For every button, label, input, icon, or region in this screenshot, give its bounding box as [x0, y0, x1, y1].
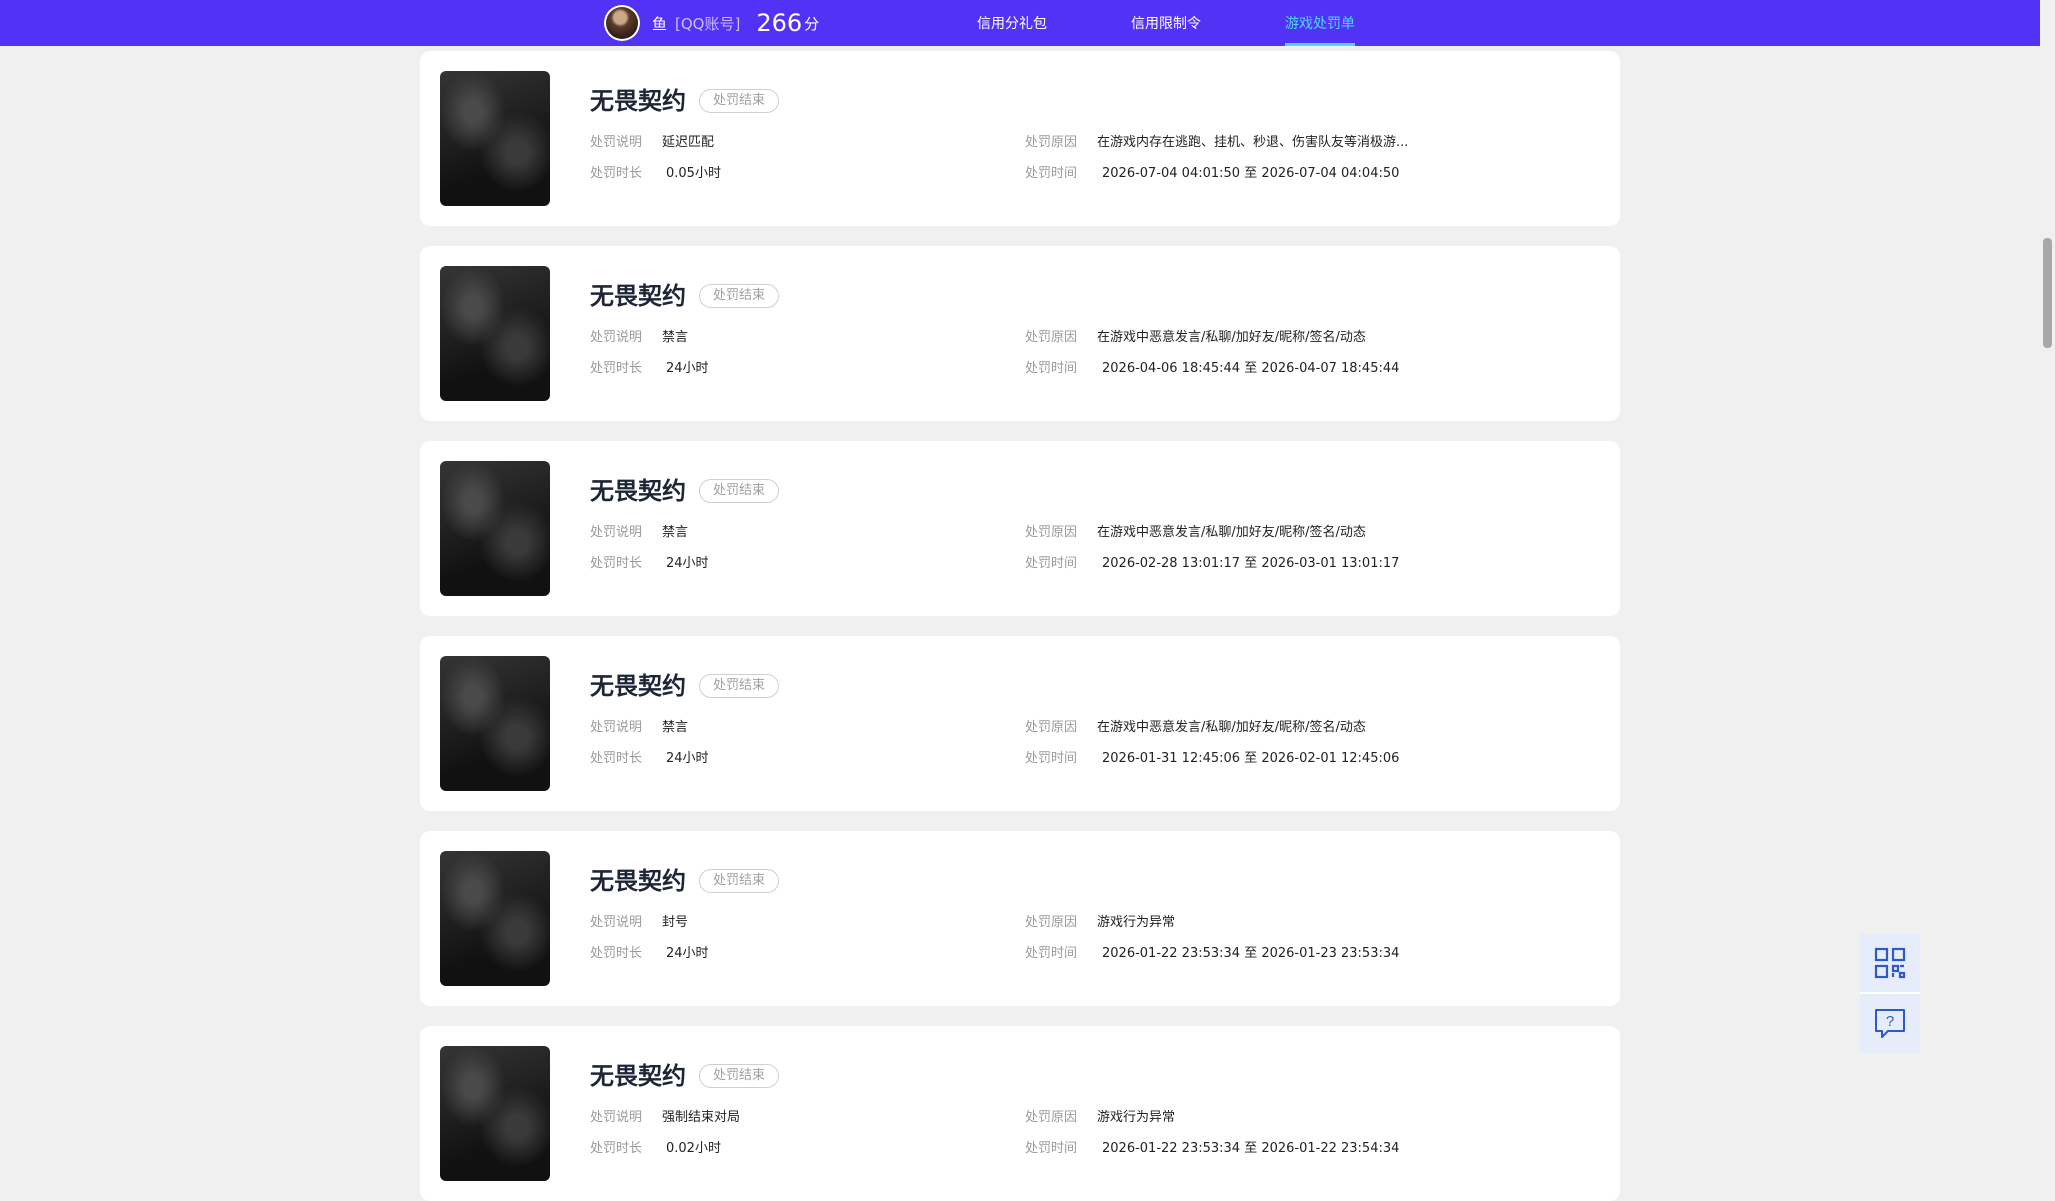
penalty-card: 无畏契约 处罚结束 处罚说明 禁言 处罚时长 24小时 处罚原因 在游戏中恶意发…: [420, 246, 1620, 421]
reason-label: 处罚原因: [1025, 135, 1078, 150]
reason-value: 游戏行为异常: [1097, 915, 1176, 930]
account-type: [QQ账号]: [675, 14, 741, 33]
desc-value: 延迟匹配: [662, 135, 715, 150]
time-label: 处罚时间: [1025, 946, 1078, 961]
desc-label: 处罚说明: [590, 135, 643, 150]
duration-value: 24小时: [666, 946, 709, 961]
reason-label: 处罚原因: [1025, 330, 1078, 345]
desc-label: 处罚说明: [590, 915, 643, 930]
status-badge: 处罚结束: [699, 479, 780, 503]
desc-label: 处罚说明: [590, 1110, 643, 1125]
username: 鱼: [652, 14, 668, 33]
desc-value: 强制结束对局: [662, 1110, 741, 1125]
status-badge: 处罚结束: [699, 284, 780, 308]
game-title: 无畏契约: [590, 1062, 686, 1090]
reason-label: 处罚原因: [1025, 525, 1078, 540]
tab-credit-restriction[interactable]: 信用限制令: [1131, 0, 1201, 46]
score-unit: 分: [804, 14, 820, 33]
duration-value: 0.02小时: [666, 1141, 721, 1156]
game-title: 无畏契约: [590, 477, 686, 505]
time-value: 2026-01-31 12:45:06 至 2026-02-01 12:45:0…: [1102, 751, 1400, 766]
time-label: 处罚时间: [1025, 556, 1078, 571]
time-value: 2026-01-22 23:53:34 至 2026-01-23 23:53:3…: [1102, 946, 1400, 961]
penalty-card: 无畏契约 处罚结束 处罚说明 禁言 处罚时长 24小时 处罚原因 在游戏中恶意发…: [420, 636, 1620, 811]
status-badge: 处罚结束: [699, 1064, 780, 1088]
penalty-card: 无畏契约 处罚结束 处罚说明 封号 处罚时长 24小时 处罚原因 游戏行为异常 …: [420, 831, 1620, 1006]
user-info: 鱼 [QQ账号] 266 分: [652, 0, 819, 46]
reason-value: 在游戏中恶意发言/私聊/加好友/昵称/签名/动态: [1097, 720, 1366, 735]
game-thumbnail: [440, 656, 550, 791]
desc-value: 封号: [662, 915, 689, 930]
game-title: 无畏契约: [590, 867, 686, 895]
status-badge: 处罚结束: [699, 869, 780, 893]
duration-label: 处罚时长: [590, 361, 643, 376]
qr-code-icon: [1874, 947, 1906, 979]
svg-text:?: ?: [1886, 1013, 1894, 1030]
game-title: 无畏契约: [590, 87, 686, 115]
desc-label: 处罚说明: [590, 720, 643, 735]
penalty-card: 无畏契约 处罚结束 处罚说明 强制结束对局 处罚时长 0.02小时 处罚原因 游…: [420, 1026, 1620, 1201]
desc-label: 处罚说明: [590, 330, 643, 345]
game-thumbnail: [440, 71, 550, 206]
duration-value: 0.05小时: [666, 166, 721, 181]
floating-tools: ?: [1860, 933, 1920, 1053]
help-button[interactable]: ?: [1860, 993, 1920, 1053]
reason-label: 处罚原因: [1025, 1110, 1078, 1125]
status-badge: 处罚结束: [699, 89, 780, 113]
time-value: 2026-02-28 13:01:17 至 2026-03-01 13:01:1…: [1102, 556, 1400, 571]
desc-value: 禁言: [662, 330, 689, 345]
reason-label: 处罚原因: [1025, 720, 1078, 735]
top-bar: 鱼 [QQ账号] 266 分 信用分礼包 信用限制令 游戏处罚单: [0, 0, 2040, 46]
penalty-card: 无畏契约 处罚结束 处罚说明 延迟匹配 处罚时长 0.05小时 处罚原因 在游戏…: [420, 51, 1620, 226]
time-label: 处罚时间: [1025, 1141, 1078, 1156]
time-label: 处罚时间: [1025, 751, 1078, 766]
time-label: 处罚时间: [1025, 361, 1078, 376]
reason-value: 在游戏中恶意发言/私聊/加好友/昵称/签名/动态: [1097, 330, 1366, 345]
desc-label: 处罚说明: [590, 525, 643, 540]
qr-code-button[interactable]: [1860, 933, 1920, 993]
credit-score: 266: [756, 9, 803, 37]
reason-value: 在游戏内存在逃跑、挂机、秒退、伤害队友等消极游...: [1097, 135, 1409, 150]
tab-credit-gift[interactable]: 信用分礼包: [977, 0, 1047, 46]
time-value: 2026-01-22 23:53:34 至 2026-01-22 23:54:3…: [1102, 1141, 1400, 1156]
status-badge: 处罚结束: [699, 674, 780, 698]
duration-label: 处罚时长: [590, 166, 643, 181]
game-thumbnail: [440, 1046, 550, 1181]
scrollbar-thumb[interactable]: [2043, 238, 2052, 348]
page-scrollbar[interactable]: [2040, 0, 2055, 1173]
game-thumbnail: [440, 851, 550, 986]
time-value: 2026-07-04 04:01:50 至 2026-07-04 04:04:5…: [1102, 166, 1400, 181]
tab-game-penalty[interactable]: 游戏处罚单: [1285, 0, 1355, 46]
reason-value: 游戏行为异常: [1097, 1110, 1176, 1125]
duration-label: 处罚时长: [590, 1141, 643, 1156]
duration-label: 处罚时长: [590, 556, 643, 571]
time-value: 2026-04-06 18:45:44 至 2026-04-07 18:45:4…: [1102, 361, 1400, 376]
duration-value: 24小时: [666, 556, 709, 571]
duration-label: 处罚时长: [590, 751, 643, 766]
desc-value: 禁言: [662, 720, 689, 735]
help-chat-icon: ?: [1875, 1009, 1905, 1038]
game-title: 无畏契约: [590, 672, 686, 700]
duration-value: 24小时: [666, 751, 709, 766]
avatar[interactable]: [604, 5, 640, 41]
reason-value: 在游戏中恶意发言/私聊/加好友/昵称/签名/动态: [1097, 525, 1366, 540]
duration-label: 处罚时长: [590, 946, 643, 961]
reason-label: 处罚原因: [1025, 915, 1078, 930]
desc-value: 禁言: [662, 525, 689, 540]
penalty-card: 无畏契约 处罚结束 处罚说明 禁言 处罚时长 24小时 处罚原因 在游戏中恶意发…: [420, 441, 1620, 616]
game-thumbnail: [440, 461, 550, 596]
game-thumbnail: [440, 266, 550, 401]
time-label: 处罚时间: [1025, 166, 1078, 181]
game-title: 无畏契约: [590, 282, 686, 310]
duration-value: 24小时: [666, 361, 709, 376]
